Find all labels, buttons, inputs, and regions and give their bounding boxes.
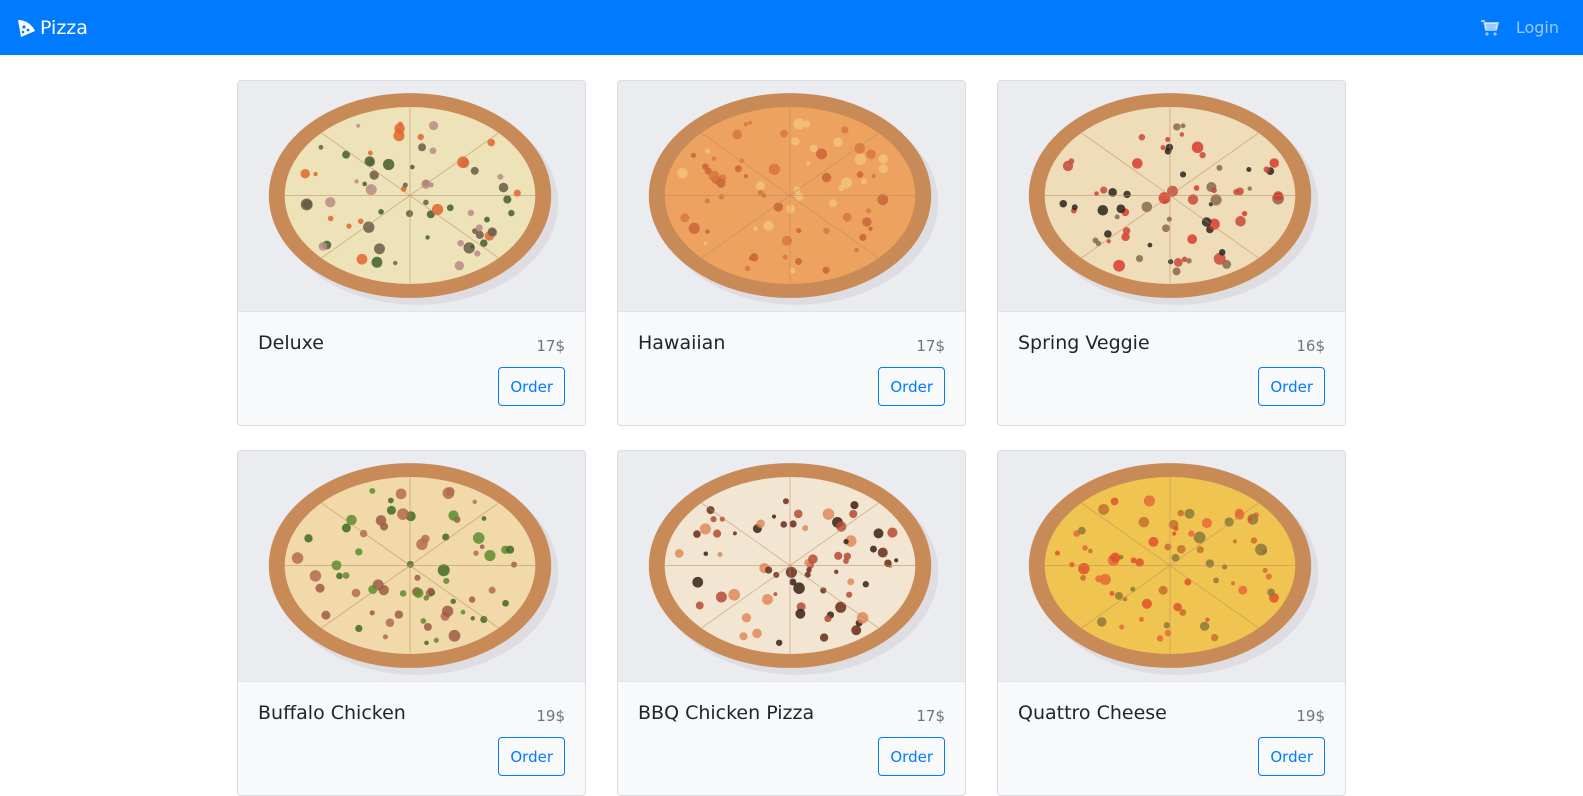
pizza-illustration <box>998 81 1345 311</box>
product-grid: Deluxe 17$ Order Hawaiian 17$ Order Spri… <box>237 80 1347 796</box>
product-price: 17$ <box>536 337 565 355</box>
order-button[interactable]: Order <box>1258 367 1325 406</box>
card-body: Spring Veggie 16$ Order <box>998 312 1345 425</box>
pizza-illustration <box>238 81 585 311</box>
order-button[interactable]: Order <box>498 367 565 406</box>
product-price: 19$ <box>536 707 565 725</box>
pizza-image <box>998 451 1345 682</box>
pizza-image <box>618 81 965 312</box>
product-card: Buffalo Chicken 19$ Order <box>237 450 586 796</box>
card-body: BBQ Chicken Pizza 17$ Order <box>618 682 965 795</box>
product-name: Deluxe <box>258 332 324 354</box>
product-card: Hawaiian 17$ Order <box>617 80 966 426</box>
pizza-illustration <box>998 451 1345 681</box>
product-card: BBQ Chicken Pizza 17$ Order <box>617 450 966 796</box>
pizza-illustration <box>238 451 585 681</box>
login-link[interactable]: Login <box>1516 18 1559 37</box>
pizza-illustration <box>618 451 965 681</box>
product-name: Quattro Cheese <box>1018 702 1167 724</box>
card-body: Deluxe 17$ Order <box>238 312 585 425</box>
shopping-cart-icon[interactable] <box>1480 18 1500 38</box>
top-navbar: Pizza Login <box>0 0 1583 55</box>
pizza-image <box>998 81 1345 312</box>
order-button[interactable]: Order <box>878 737 945 776</box>
product-name: BBQ Chicken Pizza <box>638 702 815 724</box>
product-card: Quattro Cheese 19$ Order <box>997 450 1346 796</box>
order-button[interactable]: Order <box>1258 737 1325 776</box>
card-body: Hawaiian 17$ Order <box>618 312 965 425</box>
product-price: 19$ <box>1296 707 1325 725</box>
brand-label: Pizza <box>40 16 88 39</box>
product-card: Spring Veggie 16$ Order <box>997 80 1346 426</box>
product-price: 17$ <box>916 707 945 725</box>
product-name: Spring Veggie <box>1018 332 1150 354</box>
pizza-slice-icon <box>18 19 35 37</box>
product-price: 17$ <box>916 337 945 355</box>
pizza-image <box>238 81 585 312</box>
pizza-image <box>618 451 965 682</box>
product-card: Deluxe 17$ Order <box>237 80 586 426</box>
product-name: Buffalo Chicken <box>258 702 406 724</box>
nav-right: Login <box>1480 18 1559 38</box>
card-body: Buffalo Chicken 19$ Order <box>238 682 585 795</box>
brand-link[interactable]: Pizza <box>16 17 88 39</box>
product-price: 16$ <box>1296 337 1325 355</box>
card-body: Quattro Cheese 19$ Order <box>998 682 1345 795</box>
pizza-image <box>238 451 585 682</box>
order-button[interactable]: Order <box>498 737 565 776</box>
pizza-illustration <box>618 81 965 311</box>
product-name: Hawaiian <box>638 332 726 354</box>
order-button[interactable]: Order <box>878 367 945 406</box>
